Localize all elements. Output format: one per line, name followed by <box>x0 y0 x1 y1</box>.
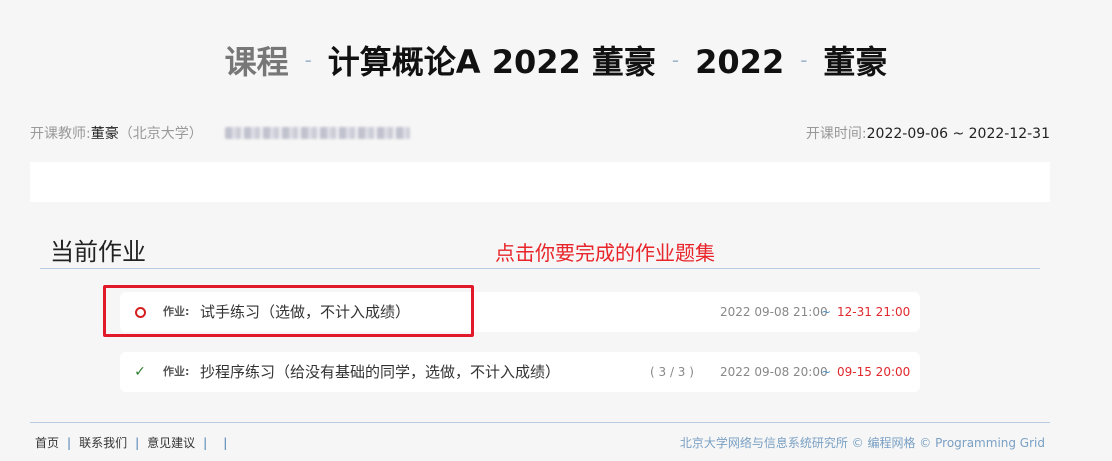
homework-item[interactable]: ✓ 作业: 抄程序练习（给没有基础的同学，选做，不计入成绩） ( 3 / 3 )… <box>120 352 920 392</box>
breadcrumb-teacher[interactable]: 董豪 <box>823 43 887 81</box>
homework-progress: ( 3 / 3 ) <box>650 365 694 379</box>
section-title: 当前作业 <box>50 238 146 266</box>
breadcrumb-course[interactable]: 课程 <box>225 43 289 81</box>
time-range-separator: ~ <box>821 305 832 319</box>
footer-separator: | <box>67 436 72 450</box>
course-page: 课程 - 计算概论A 2022 董豪 -2022- 董豪 开课教师:董豪（北京大学） 开… <box>0 0 1112 461</box>
homework-start-time: 2022 09-08 21:00 <box>720 305 828 319</box>
homework-kind: 作业: <box>163 365 190 378</box>
title-separator: - <box>671 48 680 72</box>
footer-link-contact[interactable]: 联系我们 <box>79 436 127 450</box>
page-title: 课程 - 计算概论A 2022 董豪 -2022- 董豪 <box>0 38 1112 84</box>
redacted-email <box>224 127 410 139</box>
footer-divider <box>30 422 1050 423</box>
breadcrumb-course-name[interactable]: 计算概论A 2022 董豪 <box>328 43 656 81</box>
homework-deadline: 09-15 20:00 <box>837 365 911 379</box>
footer-link-feedback[interactable]: 意见建议 <box>147 436 195 450</box>
instruction-annotation: 点击你要完成的作业题集 <box>495 241 715 265</box>
teacher-affiliation: （北京大学） <box>118 126 203 142</box>
breadcrumb-year[interactable]: 2022 <box>695 43 784 81</box>
checkmark-icon: ✓ <box>134 364 146 380</box>
footer-link-home[interactable]: 首页 <box>35 436 59 450</box>
course-notice-panel <box>30 162 1050 202</box>
footer-separator: | <box>203 436 208 450</box>
homework-start-time: 2022 09-08 20:00 <box>720 365 828 379</box>
title-separator: - <box>800 48 808 72</box>
section-divider <box>40 268 1040 269</box>
course-period: 开课时间:2022-09-06 ~ 2022-12-31 <box>806 124 1050 144</box>
period-value: 2022-09-06 ~ 2022-12-31 <box>866 126 1050 142</box>
homework-link[interactable]: 抄程序练习（给没有基础的同学，选做，不计入成绩） <box>200 352 560 392</box>
teacher-info: 开课教师:董豪（北京大学） <box>30 124 410 144</box>
highlight-box <box>103 285 474 337</box>
teacher-name: 董豪 <box>90 126 119 142</box>
teacher-label: 开课教师: <box>30 126 91 142</box>
title-separator: - <box>304 48 312 72</box>
footer-nav: 首页 | 联系我们 | 意见建议 | | <box>35 434 235 452</box>
period-label: 开课时间: <box>805 126 867 142</box>
footer-separator: | <box>223 436 228 450</box>
footer-copyright: 北京大学网络与信息系统研究所 © 编程网格 © Programming Grid <box>679 436 1045 450</box>
homework-deadline: 12-31 21:00 <box>837 305 911 319</box>
footer-separator: | <box>135 436 140 450</box>
time-range-separator: ~ <box>821 365 832 379</box>
